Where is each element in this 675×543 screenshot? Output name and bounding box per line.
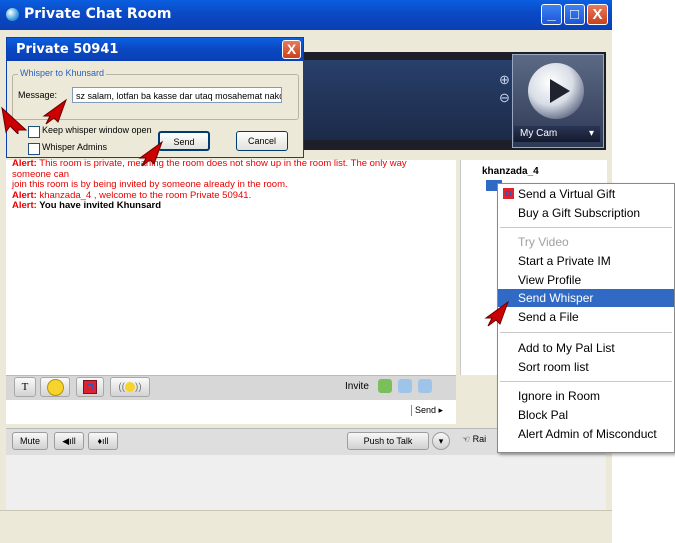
lower-pane bbox=[6, 455, 606, 510]
invite-label[interactable]: Invite bbox=[345, 381, 369, 392]
window-title: Private Chat Room bbox=[24, 6, 172, 22]
menu-item-add-pal[interactable]: Add to My Pal List bbox=[518, 341, 615, 355]
window-icon[interactable] bbox=[398, 379, 412, 393]
minimize-icon: _ bbox=[547, 6, 556, 23]
annotation-arrow-icon bbox=[1, 106, 28, 134]
chat-text: khanzada_4 , welcome to the room Private… bbox=[36, 189, 252, 201]
chat-log: Alert: This room is private, meaning the… bbox=[12, 158, 442, 212]
mic-volume-button[interactable]: ♦ıll bbox=[88, 432, 118, 450]
menu-item-alert-admin[interactable]: Alert Admin of Misconduct bbox=[518, 427, 657, 441]
gift-icon bbox=[503, 188, 514, 199]
mic-icon: ♦ıll bbox=[97, 436, 109, 446]
chat-line: Alert: You have invited Khunsard bbox=[12, 201, 442, 212]
menu-separator bbox=[500, 227, 672, 228]
send-message-button[interactable]: Send ▸ bbox=[411, 405, 443, 416]
minimize-button[interactable]: _ bbox=[541, 4, 562, 25]
dialog-close-button[interactable]: X bbox=[282, 40, 301, 59]
status-bar bbox=[0, 510, 612, 543]
menu-item-view-profile[interactable]: View Profile bbox=[518, 273, 581, 287]
whisper-admins-checkbox[interactable] bbox=[28, 143, 40, 155]
gift-icon bbox=[83, 380, 97, 395]
keep-open-label: Keep whisper window open bbox=[42, 125, 152, 135]
menu-item-try-video: Try Video bbox=[518, 235, 569, 249]
chat-line: Alert: This room is private, meaning the… bbox=[12, 158, 442, 180]
close-button[interactable]: X bbox=[587, 4, 608, 25]
smiley-icon bbox=[46, 378, 64, 396]
play-icon[interactable] bbox=[528, 63, 584, 119]
menu-separator bbox=[500, 381, 672, 382]
annotation-arrow-icon bbox=[42, 98, 68, 125]
annotation-arrow-icon bbox=[138, 140, 164, 167]
maximize-button[interactable]: □ bbox=[564, 4, 585, 25]
chat-text: You have invited Khunsard bbox=[36, 200, 162, 212]
whisper-group-label: Whisper to Khunsard bbox=[18, 68, 107, 78]
talk-options-button[interactable]: ▾ bbox=[432, 432, 450, 450]
menu-item-sort-room-list[interactable]: Sort room list bbox=[518, 360, 589, 374]
sound-button[interactable]: (()) bbox=[110, 377, 150, 397]
raise-hand-button[interactable]: ☜ Rai bbox=[462, 434, 486, 445]
dialog-title: Private 50941 bbox=[16, 42, 119, 57]
alert-prefix: Alert: bbox=[12, 158, 37, 169]
alert-prefix: Alert: bbox=[12, 189, 37, 201]
push-to-talk-label: Push to Talk bbox=[363, 436, 413, 446]
close-icon: X bbox=[592, 6, 603, 23]
push-to-talk-button[interactable]: Push to Talk bbox=[347, 432, 429, 450]
zoom-in-icon[interactable]: ⊕ bbox=[499, 72, 510, 88]
whisper-admins-label: Whisper Admins bbox=[42, 142, 108, 152]
app-icon bbox=[6, 8, 19, 21]
speaker-volume-button[interactable]: ◀ıll bbox=[54, 432, 84, 450]
add-user-icon[interactable] bbox=[378, 379, 392, 393]
gift-button[interactable] bbox=[76, 377, 104, 397]
text-format-button[interactable]: T bbox=[14, 377, 36, 397]
speaker-icon: ◀ıll bbox=[62, 436, 76, 446]
whisper-message-input[interactable]: sz salam, lotfan ba kasse dar utaq mosah… bbox=[72, 87, 282, 103]
menu-item-start-private-im[interactable]: Start a Private IM bbox=[518, 254, 611, 268]
send-button[interactable]: Send bbox=[158, 131, 210, 151]
menu-item-block-pal[interactable]: Block Pal bbox=[518, 408, 568, 422]
chat-text: join this room is by being invited by so… bbox=[12, 179, 288, 191]
my-cam-dropdown[interactable]: My Cam ▾ bbox=[514, 126, 600, 142]
menu-item-buy-gift-subscription[interactable]: Buy a Gift Subscription bbox=[518, 206, 640, 220]
menu-item-ignore-in-room[interactable]: Ignore in Room bbox=[518, 389, 600, 403]
my-cam-label: My Cam bbox=[520, 128, 558, 139]
maximize-icon: □ bbox=[569, 6, 580, 23]
menu-item-send-whisper[interactable]: Send Whisper bbox=[518, 291, 593, 305]
message-input[interactable] bbox=[6, 400, 456, 424]
text-format-label: T bbox=[21, 381, 29, 393]
smiley-button[interactable] bbox=[40, 377, 70, 397]
user-list-item[interactable]: khanzada_4 bbox=[482, 166, 539, 177]
sound-icon: (()) bbox=[118, 382, 142, 393]
mute-button[interactable]: Mute bbox=[12, 432, 48, 450]
menu-item-send-virtual-gift[interactable]: Send a Virtual Gift bbox=[518, 187, 615, 201]
chat-text: This room is private, meaning the room d… bbox=[12, 158, 407, 180]
image-icon[interactable] bbox=[418, 379, 432, 393]
chevron-down-icon: ▾ bbox=[588, 128, 594, 139]
chevron-down-icon: ▾ bbox=[438, 436, 444, 446]
zoom-out-icon[interactable]: ⊖ bbox=[499, 90, 510, 106]
menu-separator bbox=[500, 332, 672, 333]
annotation-arrow-icon bbox=[484, 300, 510, 327]
raise-hand-label: Rai bbox=[472, 434, 487, 444]
close-icon: X bbox=[286, 41, 297, 57]
cancel-button[interactable]: Cancel bbox=[236, 131, 288, 151]
keep-open-checkbox[interactable] bbox=[28, 126, 40, 138]
menu-item-send-file[interactable]: Send a File bbox=[518, 310, 579, 324]
alert-prefix: Alert: bbox=[12, 200, 37, 212]
hand-icon: ☜ bbox=[462, 434, 473, 444]
